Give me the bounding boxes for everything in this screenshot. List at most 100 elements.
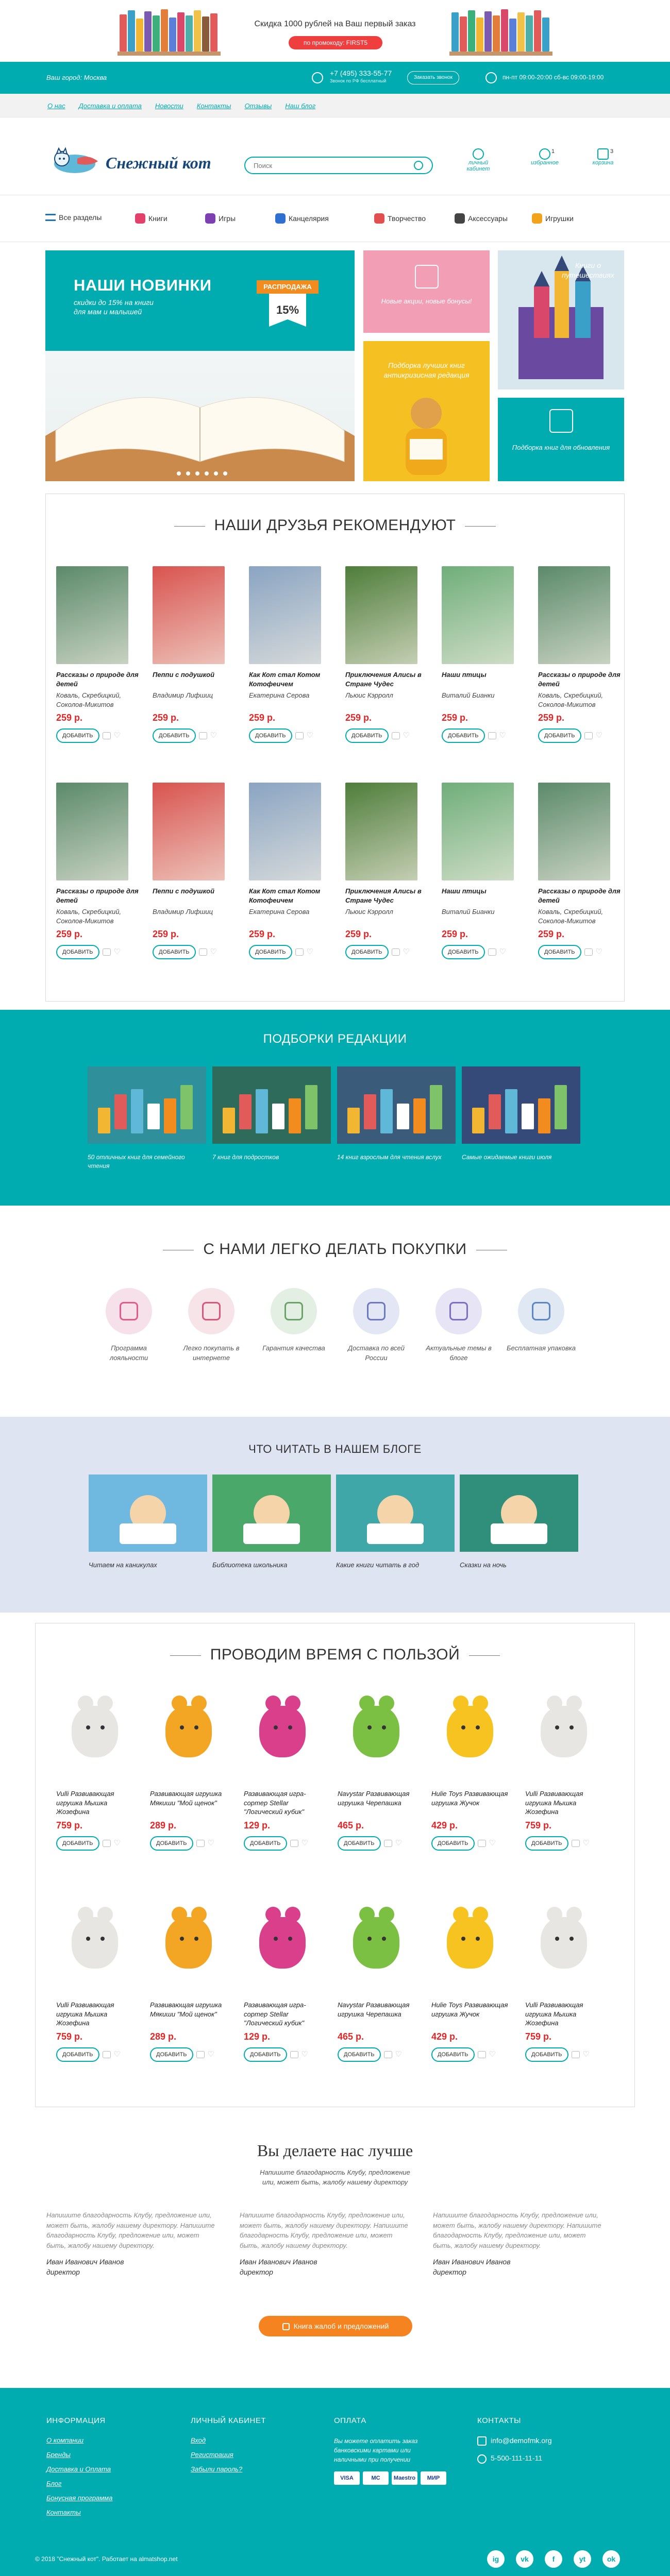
toy-card[interactable]: Navystar Развивающая игрушка Черепашка 46…: [338, 1685, 423, 1851]
add-to-cart-button[interactable]: ДОБАВИТЬ: [338, 2047, 381, 2062]
add-to-cart-button[interactable]: ДОБАВИТЬ: [56, 1836, 99, 1851]
toy-title[interactable]: Развивающая игра-сортер Stellar "Логичес…: [244, 1789, 329, 1817]
book-cover[interactable]: [153, 566, 225, 664]
youtube-icon[interactable]: yt: [574, 2550, 591, 2568]
toy-image[interactable]: [338, 1685, 410, 1783]
toy-image[interactable]: [525, 1896, 597, 1994]
compare-icon[interactable]: [102, 948, 111, 956]
favorite-icon[interactable]: ♡: [208, 1839, 216, 1847]
toy-card[interactable]: Vulli Развивающая игрушка Мышка Жозефина…: [56, 1896, 141, 2062]
toy-card[interactable]: Hulie Toys Развивающая игрушка Жучок 429 …: [431, 1896, 516, 2062]
add-to-cart-button[interactable]: ДОБАВИТЬ: [249, 945, 292, 959]
editorial-item[interactable]: 50 отличных книг для семейного чтения: [88, 1066, 206, 1171]
product-title[interactable]: Пеппи с подушкой: [153, 670, 238, 689]
add-to-cart-button[interactable]: ДОБАВИТЬ: [56, 728, 99, 743]
compare-icon[interactable]: [383, 1840, 392, 1847]
footer-phone[interactable]: 5-500-111-11-11: [491, 2454, 542, 2462]
toy-card[interactable]: Hulie Toys Развивающая игрушка Жучок 429 …: [431, 1685, 516, 1851]
add-to-cart-button[interactable]: ДОБАВИТЬ: [345, 945, 389, 959]
book-cover[interactable]: [56, 566, 128, 664]
toy-card[interactable]: Navystar Развивающая игрушка Черепашка 46…: [338, 1896, 423, 2062]
add-to-cart-button[interactable]: ДОБАВИТЬ: [244, 2047, 287, 2062]
favorite-icon[interactable]: ♡: [583, 2050, 591, 2058]
book-cover[interactable]: [56, 783, 128, 880]
toy-image[interactable]: [56, 1685, 128, 1783]
toy-card[interactable]: Развивающая игрушка Мякиши "Мой щенок" 28…: [150, 1896, 235, 2062]
toy-title[interactable]: Hulie Toys Развивающая игрушка Жучок: [431, 2001, 516, 2028]
favorite-icon[interactable]: ♡: [307, 948, 315, 956]
compare-icon[interactable]: [383, 2051, 392, 2058]
favorite-icon[interactable]: ♡: [210, 732, 219, 739]
compare-icon[interactable]: [477, 2051, 486, 2058]
product-title[interactable]: Приключения Алисы в Стране Чудес: [345, 887, 430, 905]
category-toys[interactable]: Игрушки: [532, 213, 574, 224]
add-to-cart-button[interactable]: ДОБАВИТЬ: [244, 1836, 287, 1851]
compare-icon[interactable]: [196, 2051, 205, 2058]
nav-link[interactable]: Доставка и оплата: [79, 102, 142, 110]
compare-icon[interactable]: [102, 1840, 111, 1847]
book-cover[interactable]: [249, 783, 321, 880]
editorial-image[interactable]: [88, 1066, 206, 1144]
compare-icon[interactable]: [198, 732, 207, 739]
compare-icon[interactable]: [198, 948, 207, 956]
product-card[interactable]: Пеппи с подушкой Владимир Лифшиц 259 р. ДОБ…: [153, 566, 238, 743]
toy-title[interactable]: Vulli Развивающая игрушка Мышка Жозефина: [56, 2001, 141, 2028]
product-title[interactable]: Как Кот стал Котом Котофеичем: [249, 887, 334, 905]
book-cover[interactable]: [538, 783, 610, 880]
toy-image[interactable]: [56, 1896, 128, 1994]
nav-link[interactable]: Наш блог: [285, 102, 315, 110]
toy-image[interactable]: [150, 1896, 222, 1994]
favorite-icon[interactable]: ♡: [301, 1839, 310, 1847]
editorial-image[interactable]: [212, 1066, 331, 1144]
product-title[interactable]: Наши птицы: [442, 887, 527, 905]
odnoklassniki-icon[interactable]: ok: [602, 2550, 620, 2568]
tile-best-books[interactable]: Подборка лучших книг антикризисная редак…: [363, 341, 490, 481]
compare-icon[interactable]: [290, 2051, 298, 2058]
book-cover[interactable]: [153, 783, 225, 880]
compare-icon[interactable]: [584, 948, 593, 956]
favorite-icon[interactable]: ♡: [583, 1839, 591, 1847]
compare-icon[interactable]: [102, 2051, 111, 2058]
tile-update-books[interactable]: Подборка книг для обновления: [498, 398, 624, 481]
toy-card[interactable]: Vulli Развивающая игрушка Мышка Жозефина…: [525, 1685, 610, 1851]
editorial-item[interactable]: 7 книг для подростков: [212, 1066, 331, 1162]
product-card[interactable]: Наши птицы Виталий Бианки 259 р. ДОБАВИТЬ ♡: [442, 566, 527, 743]
slider-dots[interactable]: [174, 469, 230, 477]
cabinet-link[interactable]: личный кабинет: [458, 148, 499, 172]
blog-item[interactable]: Читаем на каникулах: [89, 1475, 207, 1569]
hero-slider[interactable]: НАШИ НОВИНКИ скидки до 15% на книги для …: [45, 250, 355, 481]
product-title[interactable]: Рассказы о природе для детей: [56, 670, 141, 689]
compare-icon[interactable]: [196, 1840, 205, 1847]
nav-link[interactable]: О нас: [47, 102, 65, 110]
product-card[interactable]: Наши птицы Виталий Бианки 259 р. ДОБАВИТЬ ♡: [442, 783, 527, 959]
compare-icon[interactable]: [295, 948, 304, 956]
book-cover[interactable]: [442, 566, 514, 664]
promo-banner[interactable]: Скидка 1000 рублей на Ваш первый заказ п…: [0, 0, 670, 62]
category-stationery[interactable]: Канцелярия: [275, 213, 329, 224]
favorite-icon[interactable]: ♡: [499, 948, 508, 956]
add-to-cart-button[interactable]: ДОБАВИТЬ: [538, 728, 581, 743]
add-to-cart-button[interactable]: ДОБАВИТЬ: [56, 2047, 99, 2062]
toy-title[interactable]: Развивающая игра-сортер Stellar "Логичес…: [244, 2001, 329, 2028]
compare-icon[interactable]: [488, 732, 496, 739]
product-card[interactable]: Как Кот стал Котом Котофеичем Екатерина С…: [249, 783, 334, 959]
book-cover[interactable]: [345, 783, 417, 880]
compare-icon[interactable]: [571, 1840, 580, 1847]
toy-image[interactable]: [431, 1685, 504, 1783]
favorite-icon[interactable]: ♡: [210, 948, 219, 956]
footer-info-link[interactable]: О компании: [46, 2436, 112, 2444]
compare-icon[interactable]: [391, 948, 400, 956]
favorite-icon[interactable]: ♡: [395, 2050, 404, 2058]
add-to-cart-button[interactable]: ДОБАВИТЬ: [431, 1836, 475, 1851]
instagram-icon[interactable]: ig: [487, 2550, 505, 2568]
compare-icon[interactable]: [488, 948, 496, 956]
product-title[interactable]: Рассказы о природе для детей: [538, 887, 623, 905]
book-cover[interactable]: [345, 566, 417, 664]
product-card[interactable]: Рассказы о природе для детей Коваль, Скре…: [538, 566, 623, 743]
category-games[interactable]: Игры: [205, 213, 236, 224]
favorite-icon[interactable]: ♡: [114, 1839, 122, 1847]
favorite-icon[interactable]: ♡: [489, 1839, 497, 1847]
toy-title[interactable]: Navystar Развивающая игрушка Черепашка: [338, 2001, 423, 2028]
toy-title[interactable]: Hulie Toys Развивающая игрушка Жучок: [431, 1789, 516, 1817]
footer-info-link[interactable]: Бонусная программа: [46, 2494, 112, 2502]
